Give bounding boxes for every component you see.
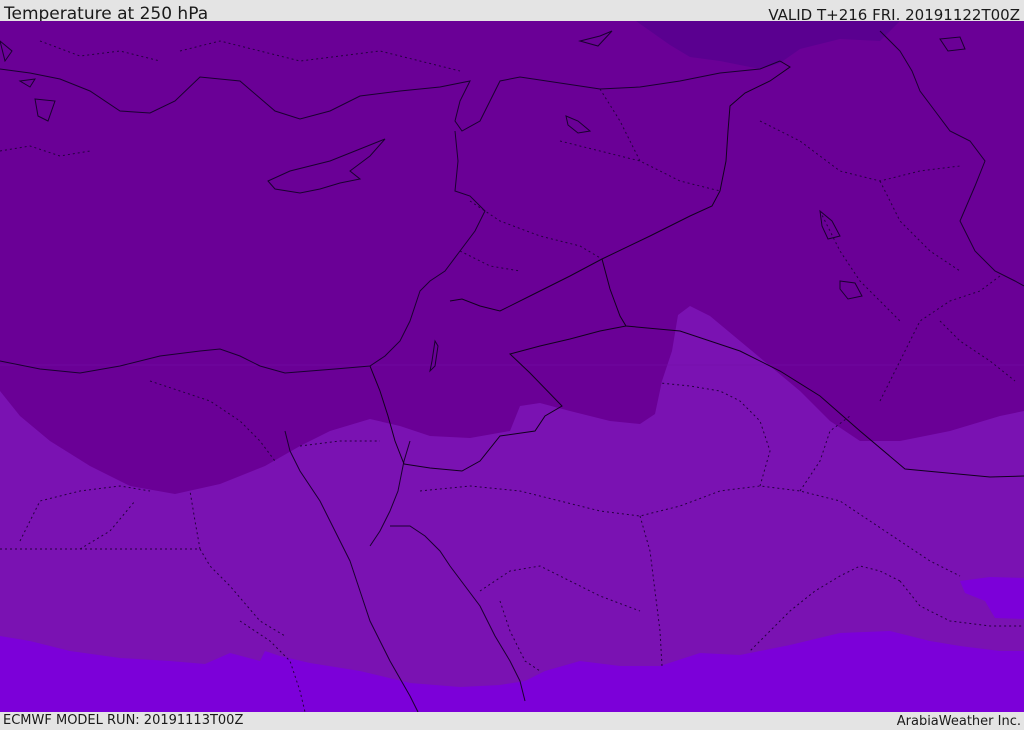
map-footer: ECMWF MODEL RUN: 20191113T00Z ArabiaWeat… xyxy=(0,712,1024,729)
map-header: Temperature at 250 hPa VALID T+216 FRI. … xyxy=(0,0,1024,24)
map-canvas xyxy=(0,21,1024,712)
credit-label: ArabiaWeather Inc. xyxy=(896,714,1021,729)
model-run-label: ECMWF MODEL RUN: 20191113T00Z xyxy=(3,713,244,728)
temperature-map xyxy=(0,21,1024,712)
